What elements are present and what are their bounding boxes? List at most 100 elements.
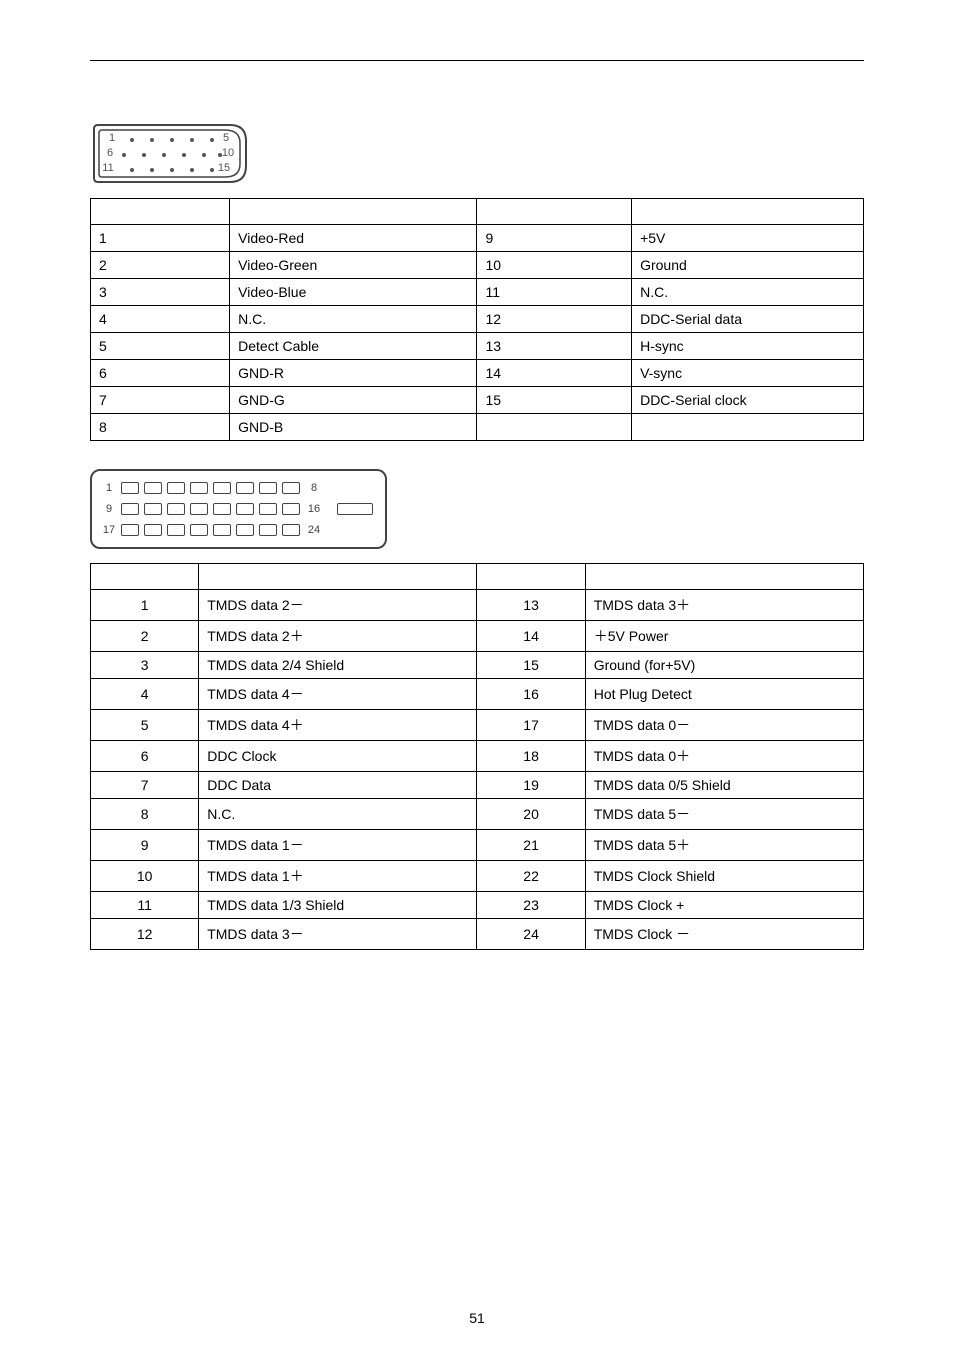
table-cell: 23	[477, 892, 585, 919]
table-cell: 13	[477, 590, 585, 621]
vga-pin-dot	[130, 138, 134, 142]
dvi-pin-icon	[282, 482, 300, 494]
table-row: 1Video-Red9+5V	[91, 225, 864, 252]
table-cell: GND-G	[230, 387, 477, 414]
table-row: 12TMDS data 3－24TMDS Clock －	[91, 919, 864, 950]
table-row: 7GND-G15DDC-Serial clock	[91, 387, 864, 414]
table-cell: 3	[91, 652, 199, 679]
table-row: 2Video-Green10Ground	[91, 252, 864, 279]
table-row: 4TMDS data 4－16Hot Plug Detect	[91, 679, 864, 710]
dvi-pinout-table: 1TMDS data 2－13TMDS data 3＋2TMDS data 2＋…	[90, 563, 864, 950]
vga-pin-dot	[202, 153, 206, 157]
table-cell: 15	[477, 652, 585, 679]
table-cell: 3	[91, 279, 230, 306]
dvi-pin-icon	[167, 524, 185, 536]
table-row: 6GND-R14V-sync	[91, 360, 864, 387]
table-cell: TMDS data 2/4 Shield	[199, 652, 477, 679]
table-cell: 18	[477, 741, 585, 772]
table-row: 6DDC Clock18TMDS data 0＋	[91, 741, 864, 772]
table-cell: DDC Data	[199, 772, 477, 799]
table-header-row	[91, 199, 864, 225]
dvi-pin-icon	[190, 524, 208, 536]
table-cell: 17	[477, 710, 585, 741]
table-header-cell	[91, 564, 199, 590]
table-cell: 19	[477, 772, 585, 799]
table-cell: 6	[91, 741, 199, 772]
table-cell: TMDS data 1－	[199, 830, 477, 861]
table-cell: 21	[477, 830, 585, 861]
table-cell: 1	[91, 590, 199, 621]
page: 1 5 6 10 11 15 1Video-Red9+5V2Video-Gree…	[0, 0, 954, 1350]
table-cell: TMDS Clock －	[585, 919, 863, 950]
table-row: 7DDC Data19TMDS data 0/5 Shield	[91, 772, 864, 799]
table-row: 5TMDS data 4＋17TMDS data 0－	[91, 710, 864, 741]
table-cell: N.C.	[230, 306, 477, 333]
table-cell: 2	[91, 621, 199, 652]
top-rule	[90, 60, 864, 61]
table-cell: DDC-Serial data	[632, 306, 864, 333]
vga-pin-dot	[130, 168, 134, 172]
vga-connector-diagram: 1 5 6 10 11 15	[90, 121, 250, 186]
table-cell: Detect Cable	[230, 333, 477, 360]
table-cell: 14	[477, 360, 632, 387]
table-cell: TMDS data 0/5 Shield	[585, 772, 863, 799]
table-header-cell	[585, 564, 863, 590]
dvi-pin-icon	[236, 503, 254, 515]
table-cell: 16	[477, 679, 585, 710]
vga-pin-label: 6	[102, 147, 118, 159]
table-row: 8GND-B	[91, 414, 864, 441]
page-number: 51	[0, 1310, 954, 1326]
dvi-pin-icon	[213, 524, 231, 536]
table-cell: 9	[91, 830, 199, 861]
table-cell: 5	[91, 333, 230, 360]
table-cell	[477, 414, 632, 441]
dvi-pin-icon	[236, 524, 254, 536]
dvi-pin-icon	[190, 503, 208, 515]
table-cell: 4	[91, 679, 199, 710]
table-cell: Video-Blue	[230, 279, 477, 306]
vga-pin-dot	[142, 153, 146, 157]
table-cell: N.C.	[199, 799, 477, 830]
table-cell: 2	[91, 252, 230, 279]
vga-pin-dot	[190, 138, 194, 142]
table-cell: TMDS data 2＋	[199, 621, 477, 652]
table-cell: 13	[477, 333, 632, 360]
dvi-pin-icon	[213, 503, 231, 515]
table-row: 10TMDS data 1＋22TMDS Clock Shield	[91, 861, 864, 892]
dvi-pin-icon	[121, 482, 139, 494]
vga-pin-label: 11	[100, 162, 116, 174]
dvi-pin-grid: 1 8 9 16 17 24	[100, 479, 323, 539]
table-cell: GND-B	[230, 414, 477, 441]
table-header-cell	[632, 199, 864, 225]
vga-pin-dot	[170, 138, 174, 142]
vga-pin-label: 5	[218, 132, 234, 144]
table-cell: 7	[91, 387, 230, 414]
table-cell: TMDS data 3－	[199, 919, 477, 950]
table-cell: 10	[91, 861, 199, 892]
dvi-pin-icon	[259, 482, 277, 494]
table-cell: Video-Red	[230, 225, 477, 252]
table-cell: H-sync	[632, 333, 864, 360]
vga-pin-label: 10	[220, 147, 236, 159]
dvi-ground-blade-icon	[337, 503, 373, 515]
table-cell: 8	[91, 414, 230, 441]
vga-pin-dot	[122, 153, 126, 157]
dvi-pin-label: 16	[305, 503, 323, 515]
table-cell: 15	[477, 387, 632, 414]
table-cell: 10	[477, 252, 632, 279]
table-row: 8N.C.20TMDS data 5－	[91, 799, 864, 830]
table-cell: 12	[477, 306, 632, 333]
table-cell: Ground (for+5V)	[585, 652, 863, 679]
vga-pin-label: 15	[216, 162, 232, 174]
table-cell: Video-Green	[230, 252, 477, 279]
table-row: 2TMDS data 2＋14＋5V Power	[91, 621, 864, 652]
vga-pin-dot	[210, 138, 214, 142]
dvi-connector-shell: 1 8 9 16 17 24	[90, 469, 387, 549]
table-cell: 22	[477, 861, 585, 892]
dvi-connector-diagram: 1 8 9 16 17 24	[90, 469, 864, 549]
table-row: 11TMDS data 1/3 Shield23TMDS Clock +	[91, 892, 864, 919]
dvi-pin-icon	[236, 482, 254, 494]
table-cell: 11	[477, 279, 632, 306]
table-header-row	[91, 564, 864, 590]
table-cell: DDC Clock	[199, 741, 477, 772]
